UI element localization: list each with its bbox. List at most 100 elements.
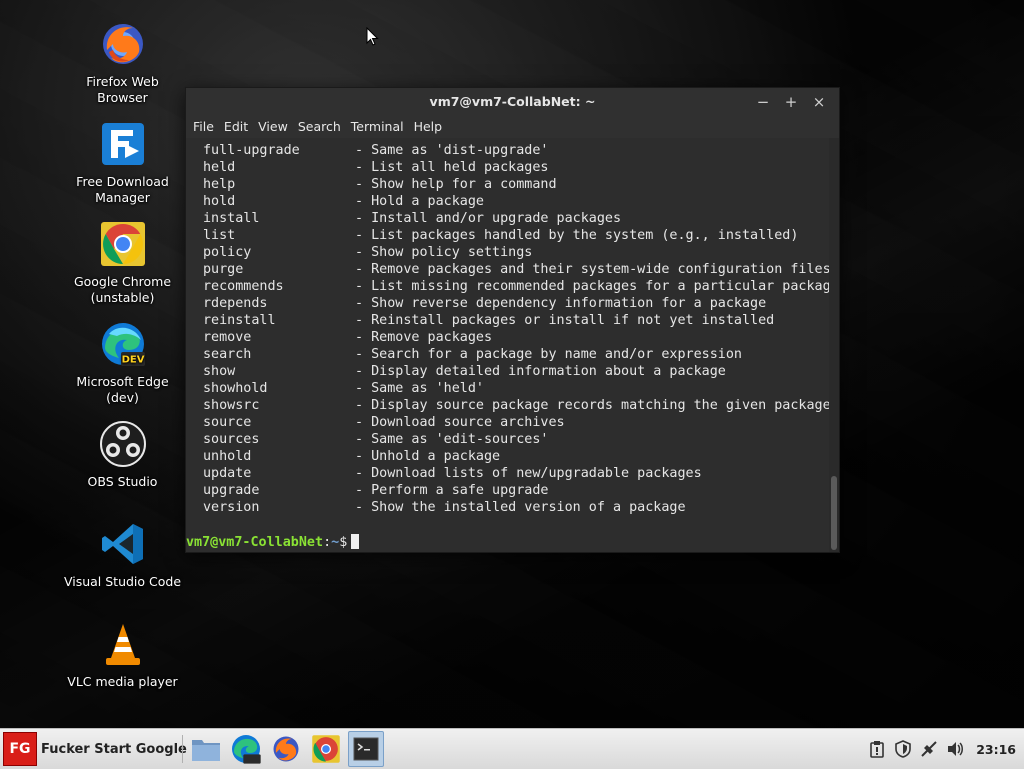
command-name: show [203,364,236,379]
desktop-icon-firefox[interactable]: Firefox Web Browser [60,20,185,116]
menu-terminal[interactable]: Terminal [346,116,409,138]
desktop-icon-label: Google Chrome (unstable) [73,274,172,305]
command-description: - Download lists of new/upgradable packa… [355,466,702,481]
prompt-user: vm7@vm7-CollabNet [186,535,324,550]
taskbar-edge-dev[interactable] [228,731,264,767]
terminal-line: full-upgrade - Same as 'dist-upgrade' [203,142,839,159]
window-titlebar[interactable]: vm7@vm7-CollabNet: ~ − + × [186,88,839,116]
menu-bar: File Edit View Search Terminal Help [186,116,839,138]
terminal-prompt[interactable]: vm7@vm7-CollabNet:~$ [186,534,360,551]
terminal-line: showsrc - Display source package records … [203,397,839,414]
close-button[interactable]: × [807,88,831,116]
terminal-line: purge - Remove packages and their system-… [203,261,839,278]
menu-file[interactable]: File [188,116,219,138]
scrollbar-thumb[interactable] [831,476,837,550]
command-description: - Search for a package by name and/or ex… [355,347,742,362]
network-icon[interactable] [920,740,938,758]
desktop-icon-label: VLC media player [67,674,178,689]
terminal-line: held - List all held packages [203,159,839,176]
taskbar-files[interactable] [188,731,224,767]
menu-search[interactable]: Search [293,116,346,138]
terminal-line: remove - Remove packages [203,329,839,346]
desktop-icon-vscode[interactable]: Visual Studio Code [60,520,185,616]
desktop-icon-vlc[interactable]: VLC media player [60,620,185,716]
terminal-window[interactable]: vm7@vm7-CollabNet: ~ − + × File Edit Vie… [185,87,840,553]
desktop-icon-label: Firefox Web Browser [86,74,159,105]
command-description: - Hold a package [355,194,484,209]
window-title: vm7@vm7-CollabNet: ~ [429,94,596,109]
menu-view[interactable]: View [253,116,293,138]
command-description: - Show the installed version of a packag… [355,500,686,515]
terminal-line: rdepends - Show reverse dependency inform… [203,295,839,312]
taskbar-firefox[interactable] [268,731,304,767]
dev-badge: DEV [121,355,144,366]
prompt-path: ~ [331,535,340,550]
start-button[interactable]: FG Fucker Start Google [3,732,187,766]
taskbar-chrome[interactable] [308,731,344,767]
shield-icon[interactable] [894,740,912,758]
command-name: showsrc [203,398,260,413]
vscode-icon [101,524,143,564]
menu-edit[interactable]: Edit [219,116,253,138]
desktop-icon-edge-dev[interactable]: DEV Microsoft Edge (dev) [60,320,185,416]
terminal-line: sources - Same as 'edit-sources' [203,431,839,448]
desktop-icon-free-download-manager[interactable]: Free Download Manager [60,120,185,216]
prompt-symbol: $ [339,535,348,550]
command-name: remove [203,330,252,345]
terminal-line: showhold - Same as 'held' [203,380,839,397]
window-controls: − + × [751,88,831,116]
firefox-icon [102,24,143,64]
command-name: source [203,415,252,430]
terminal-line: unhold - Unhold a package [203,448,839,465]
terminal-icon [353,737,379,761]
terminal-line: version - Show the installed version of a… [203,499,839,516]
command-name: hold [203,194,236,209]
firefox-icon [273,736,299,762]
terminal-line: update - Download lists of new/upgradable… [203,465,839,482]
maximize-button[interactable]: + [779,88,803,116]
menu-help[interactable]: Help [409,116,448,138]
files-icon [192,740,220,761]
terminal-scrollbar[interactable] [829,138,839,552]
command-description: - Same as 'edit-sources' [355,432,549,447]
terminal-line: show - Display detailed information about… [203,363,839,380]
terminal-line: reinstall - Reinstall packages or install… [203,312,839,329]
terminal-line: install - Install and/or upgrade packages [203,210,839,227]
terminal-line: recommends - List missing recommended pac… [203,278,839,295]
command-description: - Same as 'dist-upgrade' [355,143,549,158]
terminal-output[interactable]: full-upgrade - Same as 'dist-upgrade' held… [186,138,839,552]
command-name: showhold [203,381,268,396]
command-name: install [203,211,260,226]
download-manager-icon [101,123,144,165]
command-name: version [203,500,260,515]
volume-icon[interactable] [946,740,964,758]
command-description: - List missing recommended packages for … [355,279,839,294]
clock[interactable]: 23:16 [976,742,1016,757]
command-name: upgrade [203,483,260,498]
desktop-icon-obs[interactable]: OBS Studio [60,420,185,516]
terminal-lines: full-upgrade - Same as 'dist-upgrade' held… [203,142,839,516]
command-description: - List all held packages [355,160,549,175]
command-description: - Install and/or upgrade packages [355,211,622,226]
clipboard-icon[interactable] [868,740,886,758]
command-name: purge [203,262,244,277]
taskbar-terminal[interactable] [348,731,384,767]
command-name: search [203,347,252,362]
command-description: - Show reverse dependency information fo… [355,296,767,311]
command-description: - Remove packages [355,330,493,345]
start-logo-icon: FG [3,732,37,766]
command-description: - Display source package records matchin… [355,398,831,413]
text-cursor [351,534,360,549]
desktop-icon-chrome[interactable]: Google Chrome (unstable) [60,220,185,316]
command-name: update [203,466,252,481]
minimize-button[interactable]: − [751,88,775,116]
edge-dev-icon [232,735,261,764]
mouse-pointer-icon [366,27,379,46]
command-description: - Remove packages and their system-wide … [355,262,831,277]
terminal-line: source - Download source archives [203,414,839,431]
command-name: policy [203,245,252,260]
edge-dev-icon: DEV [101,323,145,366]
command-description: - List packages handled by the system (e… [355,228,799,243]
taskbar-apps [188,731,384,767]
terminal-line: search - Search for a package by name and… [203,346,839,363]
